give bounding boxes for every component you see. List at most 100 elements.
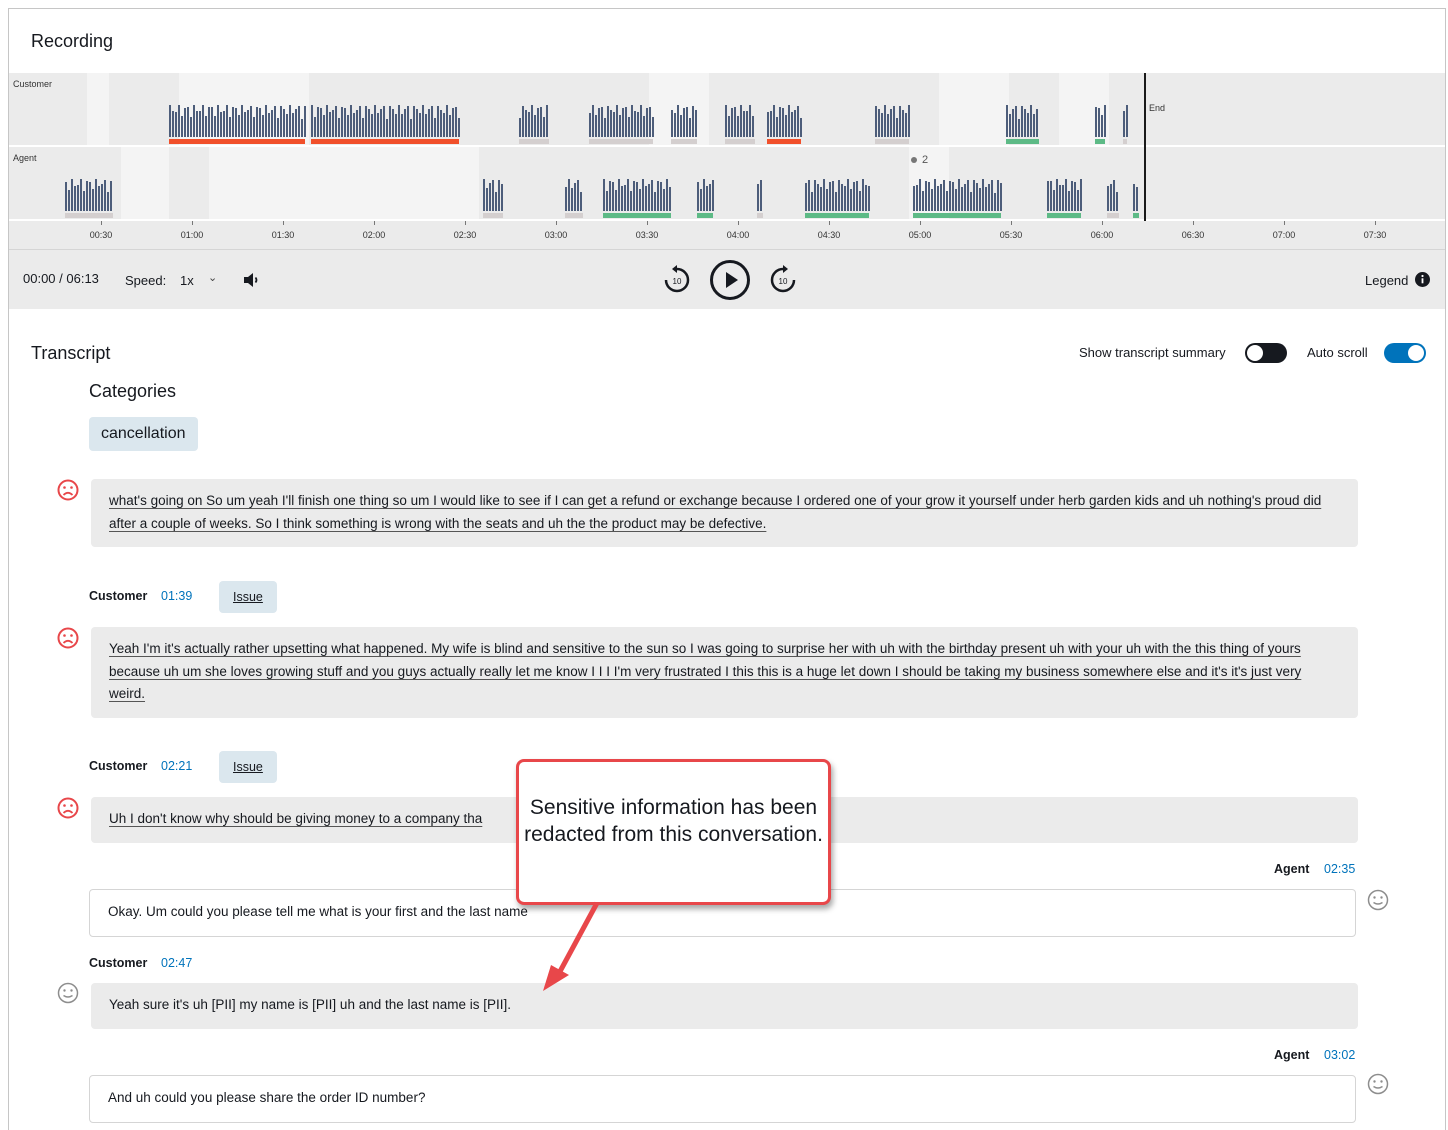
waveform-bar [501,184,503,211]
waveform-bar [760,180,762,211]
waveform-bar [568,179,570,211]
waveform-bar [1006,105,1008,137]
waveform-bar [83,191,85,211]
transcript-message: what's going on So um yeah I'll finish o… [91,479,1358,547]
waveform-bar [905,113,907,137]
waveform-bar [794,110,796,137]
waveform-bar [645,186,647,211]
waveform-bar [280,106,282,137]
waveform-bar [703,179,705,211]
forward-10-icon[interactable]: 10 [767,264,799,296]
sentiment-strip [1123,139,1127,144]
waveform-bar [383,106,385,137]
waveform-bar [574,183,576,211]
waveform-bar [193,105,195,137]
waveform-bar [811,192,813,211]
axis-tick [556,221,557,225]
waveform-bar [256,107,258,137]
waveform-bar [1074,182,1076,211]
waveform-bar [925,181,927,211]
waveform-bar [528,112,530,137]
issue-tag[interactable]: Issue [219,751,277,783]
timestamp-link[interactable]: 03:02 [1324,1048,1355,1062]
recording-timeline[interactable]: Customer Agent 2 End 00:30 01:00 01:30 02:0… [9,73,1445,249]
waveform-bar [1018,119,1020,137]
waveform-bar [1113,180,1115,211]
waveform-bar [1126,105,1128,137]
waveform-bar [187,107,189,137]
speed-select[interactable]: 1x [180,273,194,288]
waveform-bar [814,180,816,211]
waveform-bar [884,105,886,137]
category-tag: cancellation [89,417,198,451]
waveform-bar [326,105,328,137]
waveform-bar [580,192,582,211]
waveform-bar [908,105,910,137]
waveform-bar [657,181,659,211]
waveform-bar [95,179,97,211]
timestamp-link[interactable]: 02:21 [161,759,192,773]
waveform-bar [362,118,364,137]
axis-tick [1375,221,1376,225]
waveform-bar [534,115,536,137]
waveform-bar [800,118,802,137]
timestamp-link[interactable]: 01:39 [161,589,192,603]
waveform-bar [633,181,635,211]
issue-tag[interactable]: Issue [219,581,277,613]
speaker-label: Customer [89,589,148,603]
silence-region [209,147,479,219]
waveform-bar [1047,181,1049,211]
waveform-bar [169,105,171,137]
timestamp-link[interactable]: 02:35 [1324,862,1355,876]
auto-scroll-toggle[interactable] [1384,343,1426,363]
waveform-bar [913,186,915,211]
play-button-icon[interactable] [709,259,751,301]
legend-link[interactable]: Legend [1365,273,1408,288]
end-line [1144,73,1146,223]
rewind-10-icon[interactable]: 10 [661,264,693,296]
axis-tick [283,221,284,225]
sentiment-strip [519,139,549,144]
waveform-bar [537,108,539,137]
waveform-bar [1080,179,1082,211]
waveform-bar [603,179,605,211]
waveform-bar [519,118,521,137]
silence-region [87,73,109,145]
sentiment-strip [65,213,113,218]
waveform-bar [543,117,545,137]
timestamp-link[interactable]: 02:47 [161,956,192,970]
waveform-bar [919,179,921,211]
waveform-bar [1027,113,1029,137]
waveform-bar [649,107,651,137]
waveform-bar [639,189,641,211]
show-summary-toggle[interactable] [1245,343,1287,363]
axis-tick [1284,221,1285,225]
waveform-bar [344,108,346,137]
speed-label: Speed: [125,273,167,288]
time-axis: 00:30 01:00 01:30 02:00 02:30 03:00 03:30 04:00… [9,221,1445,249]
waveform-bar [335,106,337,137]
agent-lane: Agent [9,147,1145,219]
waveform-bar [196,111,198,137]
info-icon[interactable] [1415,272,1430,287]
axis-tick-label: 01:30 [271,230,295,240]
waveform-bar [878,109,880,137]
sentiment-strip [725,139,755,144]
volume-icon[interactable] [241,270,261,290]
waveform-bar [404,109,406,137]
sentiment-strip [757,213,763,218]
sentiment-strip [565,213,583,218]
waveform-bar [847,179,849,211]
axis-tick [1011,221,1012,225]
waveform-bar [868,186,870,211]
chevron-down-icon[interactable]: ⌄ [208,271,217,284]
waveform-bar [785,115,787,137]
marker-label: 2 [922,154,929,166]
waveform-bar [651,180,653,211]
waveform-bar [492,180,494,211]
waveform-bar [317,107,319,137]
waveform-bar [697,182,699,211]
marker-dot-icon[interactable] [911,157,917,163]
sentiment-strip [671,139,697,144]
waveform-bar [265,105,267,137]
